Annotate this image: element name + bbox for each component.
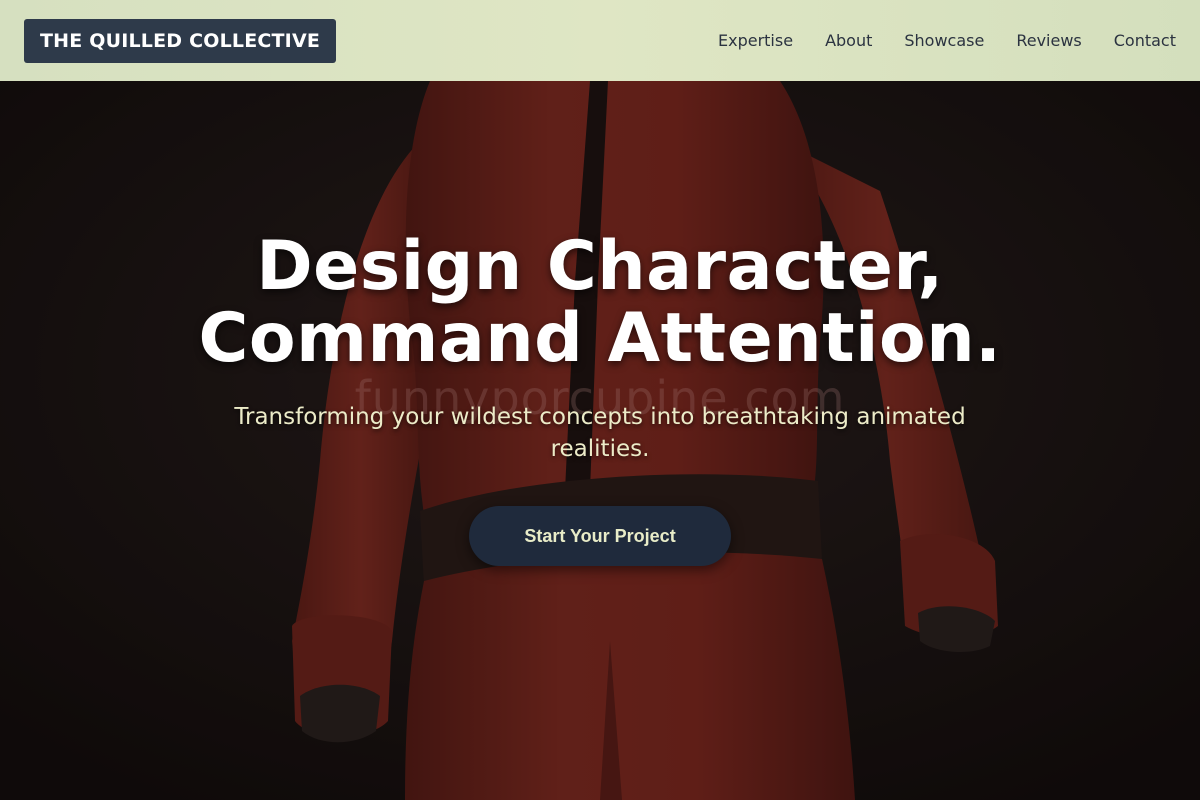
nav-link-expertise[interactable]: Expertise bbox=[718, 31, 793, 50]
main-nav: Expertise About Showcase Reviews Contact bbox=[718, 31, 1176, 50]
nav-link-about[interactable]: About bbox=[825, 31, 872, 50]
logo[interactable]: THE QUILLED COLLECTIVE bbox=[24, 18, 337, 63]
hero-title-line-1: Design Character, bbox=[256, 227, 944, 306]
hero-content: Design Character, Command Attention. Tra… bbox=[0, 231, 1200, 566]
site-header: THE QUILLED COLLECTIVE Expertise About S… bbox=[0, 0, 1200, 81]
nav-link-reviews[interactable]: Reviews bbox=[1016, 31, 1081, 50]
start-project-button[interactable]: Start Your Project bbox=[469, 506, 731, 566]
hero-subtitle: Transforming your wildest concepts into … bbox=[234, 404, 966, 462]
nav-link-showcase[interactable]: Showcase bbox=[904, 31, 984, 50]
hero-title-line-2: Command Attention. bbox=[198, 299, 1002, 378]
hero-section: funnyporcupine.com Design Character, Com… bbox=[0, 81, 1200, 800]
hero-title: Design Character, Command Attention. bbox=[199, 231, 1002, 375]
nav-link-contact[interactable]: Contact bbox=[1114, 31, 1176, 50]
